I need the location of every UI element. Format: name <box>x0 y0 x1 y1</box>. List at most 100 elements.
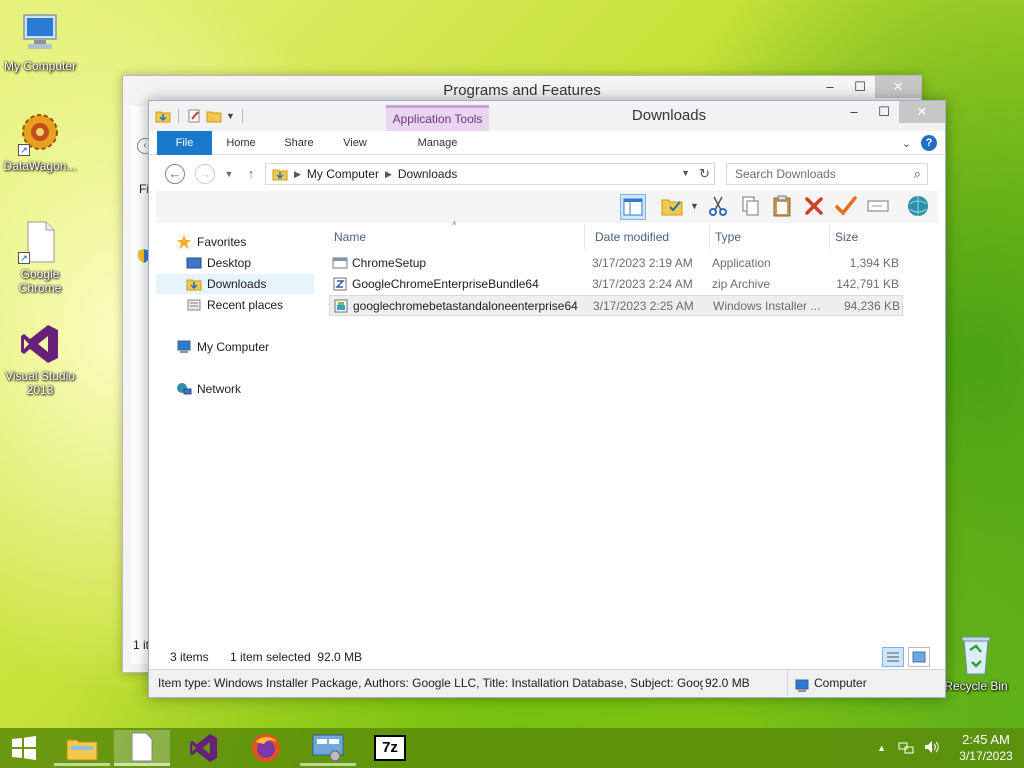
clock[interactable]: 2:45 AM 3/17/2023 <box>948 732 1024 764</box>
up-button[interactable]: ↑ <box>241 164 261 184</box>
nav-label: Recent places <box>207 298 284 312</box>
tab-file[interactable]: File <box>157 131 212 155</box>
tab-view[interactable]: View <box>337 131 373 155</box>
taskbar: 7z ▲ 2:45 AM 3/17/2023 <box>0 728 1024 768</box>
paste-icon[interactable] <box>770 194 796 220</box>
nav-desktop[interactable]: Desktop <box>186 253 251 273</box>
large-icons-view-button[interactable] <box>908 647 930 667</box>
forward-button[interactable]: → <box>195 164 215 184</box>
cut-icon[interactable] <box>706 194 732 220</box>
chevron-down-icon[interactable]: ▼ <box>681 168 690 178</box>
installer-package-icon <box>333 299 349 320</box>
maximize-button[interactable]: ☐ <box>845 76 875 98</box>
contextual-tab-application-tools: Application Tools <box>386 105 489 131</box>
table-row[interactable]: ChromeSetup 3/17/2023 2:19 AM Applicatio… <box>329 253 903 274</box>
visual-studio-icon <box>190 734 218 762</box>
checkmark-icon[interactable] <box>834 194 860 220</box>
ribbon-tabs: File Home Share View Manage ⌄ ? <box>149 131 945 155</box>
breadcrumb-chevron-icon[interactable]: ▶ <box>294 169 301 180</box>
search-icon[interactable]: ⌕ <box>914 166 921 182</box>
tab-home[interactable]: Home <box>221 131 261 155</box>
shortcut-arrow-icon: ↗ <box>18 252 30 264</box>
column-header-type[interactable]: Type <box>710 225 830 249</box>
nav-recent-places[interactable]: Recent places <box>186 295 283 315</box>
table-row[interactable]: GoogleChromeEnterpriseBundle64 3/17/2023… <box>329 274 903 295</box>
desktop-icon-visual-studio[interactable]: Visual Studio 2013 <box>0 322 80 397</box>
breadcrumb-chevron-icon[interactable]: ▶ <box>385 169 392 180</box>
maximize-button[interactable]: ☐ <box>869 101 899 123</box>
recycle-bin-icon <box>954 632 998 676</box>
nav-network[interactable]: Network <box>176 379 241 399</box>
recent-locations-dropdown[interactable]: ▼ <box>219 164 239 184</box>
taskbar-visual-studio[interactable] <box>176 730 232 766</box>
help-icon[interactable]: ? <box>921 135 937 151</box>
file-type: Windows Installer ... <box>713 299 821 313</box>
item-count: 3 items <box>170 650 209 664</box>
downloads-window[interactable]: ▼ Application Tools Downloads – ☐ ✕ File… <box>148 100 946 698</box>
selection-info: 1 item selected 92.0 MB <box>230 650 363 664</box>
desktop-icon-recycle-bin[interactable]: Recycle Bin <box>936 632 1016 693</box>
column-header-size[interactable]: Size <box>830 225 908 249</box>
desktop-icon-label: My Computer <box>3 59 77 73</box>
desktop-icon-label: Visual Studio 2013 <box>5 369 75 397</box>
chevron-down-icon[interactable]: ▼ <box>226 111 235 121</box>
computer-icon <box>176 340 192 354</box>
copy-icon[interactable] <box>738 194 764 220</box>
address-bar[interactable]: ▶ My Computer ▶ Downloads ▼ ↻ <box>265 163 715 185</box>
expand-ribbon-icon[interactable]: ⌄ <box>902 137 911 150</box>
taskbar-firefox[interactable] <box>238 730 294 766</box>
datawagon-icon: ↗ <box>18 112 62 156</box>
close-button[interactable]: ✕ <box>899 101 945 123</box>
table-row[interactable]: googlechromebetastandaloneenterprise64 3… <box>329 295 903 316</box>
folder-down-icon[interactable] <box>155 109 171 123</box>
refresh-icon[interactable]: ↻ <box>699 166 710 182</box>
minimize-button[interactable]: – <box>815 76 845 98</box>
address-row: ← → ▼ ↑ ▶ My Computer ▶ Downloads ▼ ↻ Se… <box>149 156 945 192</box>
delete-icon[interactable] <box>802 194 828 220</box>
tab-share[interactable]: Share <box>279 131 319 155</box>
desktop-icon-label: Recycle Bin <box>944 679 1008 693</box>
taskbar-blank-app[interactable] <box>114 730 170 766</box>
preview-pane-button[interactable] <box>620 194 646 220</box>
title-bar[interactable]: ▼ Application Tools Downloads – ☐ ✕ <box>149 101 945 131</box>
properties-icon[interactable] <box>186 109 202 123</box>
quick-access-toolbar: ▼ <box>155 107 246 125</box>
rename-icon[interactable] <box>866 194 892 220</box>
nav-downloads[interactable]: Downloads <box>156 274 314 294</box>
globe-icon[interactable] <box>906 194 932 220</box>
column-header-name[interactable]: Name <box>329 225 585 249</box>
details-view-button[interactable] <box>882 647 904 667</box>
star-icon <box>176 235 192 249</box>
desktop-icon-label: DataWagon... <box>3 159 77 173</box>
volume-icon[interactable] <box>924 740 940 757</box>
start-button[interactable] <box>0 730 48 766</box>
network-status-icon[interactable] <box>898 740 914 757</box>
breadcrumb-downloads[interactable]: Downloads <box>398 167 457 181</box>
desktop-icon-my-computer[interactable]: My Computer <box>0 12 80 73</box>
nav-my-computer[interactable]: My Computer <box>176 337 269 357</box>
taskbar-file-explorer[interactable] <box>54 730 110 766</box>
column-header-date[interactable]: Date modified <box>590 225 710 249</box>
show-hidden-icons-icon[interactable]: ▲ <box>877 743 886 753</box>
taskbar-7zip[interactable]: 7z <box>362 730 418 766</box>
background-window-controls: – ☐ ✕ <box>815 76 921 98</box>
minimize-button[interactable]: – <box>839 101 869 123</box>
tab-manage[interactable]: Manage <box>386 131 489 155</box>
folder-options-icon[interactable] <box>660 194 686 220</box>
desktop-icon-datawagon[interactable]: ↗ DataWagon... <box>0 112 80 173</box>
nav-favorites[interactable]: Favorites <box>176 232 246 252</box>
view-switcher <box>882 647 930 667</box>
background-status-text: 1 it <box>133 638 150 652</box>
desktop-icon-google-chrome[interactable]: ↗ Google Chrome <box>0 220 80 295</box>
taskbar-programs-and-features[interactable] <box>300 730 356 766</box>
details-item-info: Item type: Windows Installer Package, Au… <box>158 676 703 690</box>
file-date: 3/17/2023 2:19 AM <box>592 256 693 270</box>
close-button[interactable]: ✕ <box>875 76 921 98</box>
new-folder-icon[interactable] <box>206 109 222 123</box>
status-bar: 3 items 1 item selected 92.0 MB <box>156 645 938 669</box>
search-input[interactable]: Search Downloads ⌕ <box>726 163 928 185</box>
breadcrumb-my-computer[interactable]: My Computer <box>307 167 379 181</box>
back-button[interactable]: ← <box>165 164 185 184</box>
chevron-down-icon[interactable]: ▼ <box>690 201 699 211</box>
window-controls: – ☐ ✕ <box>839 101 945 123</box>
